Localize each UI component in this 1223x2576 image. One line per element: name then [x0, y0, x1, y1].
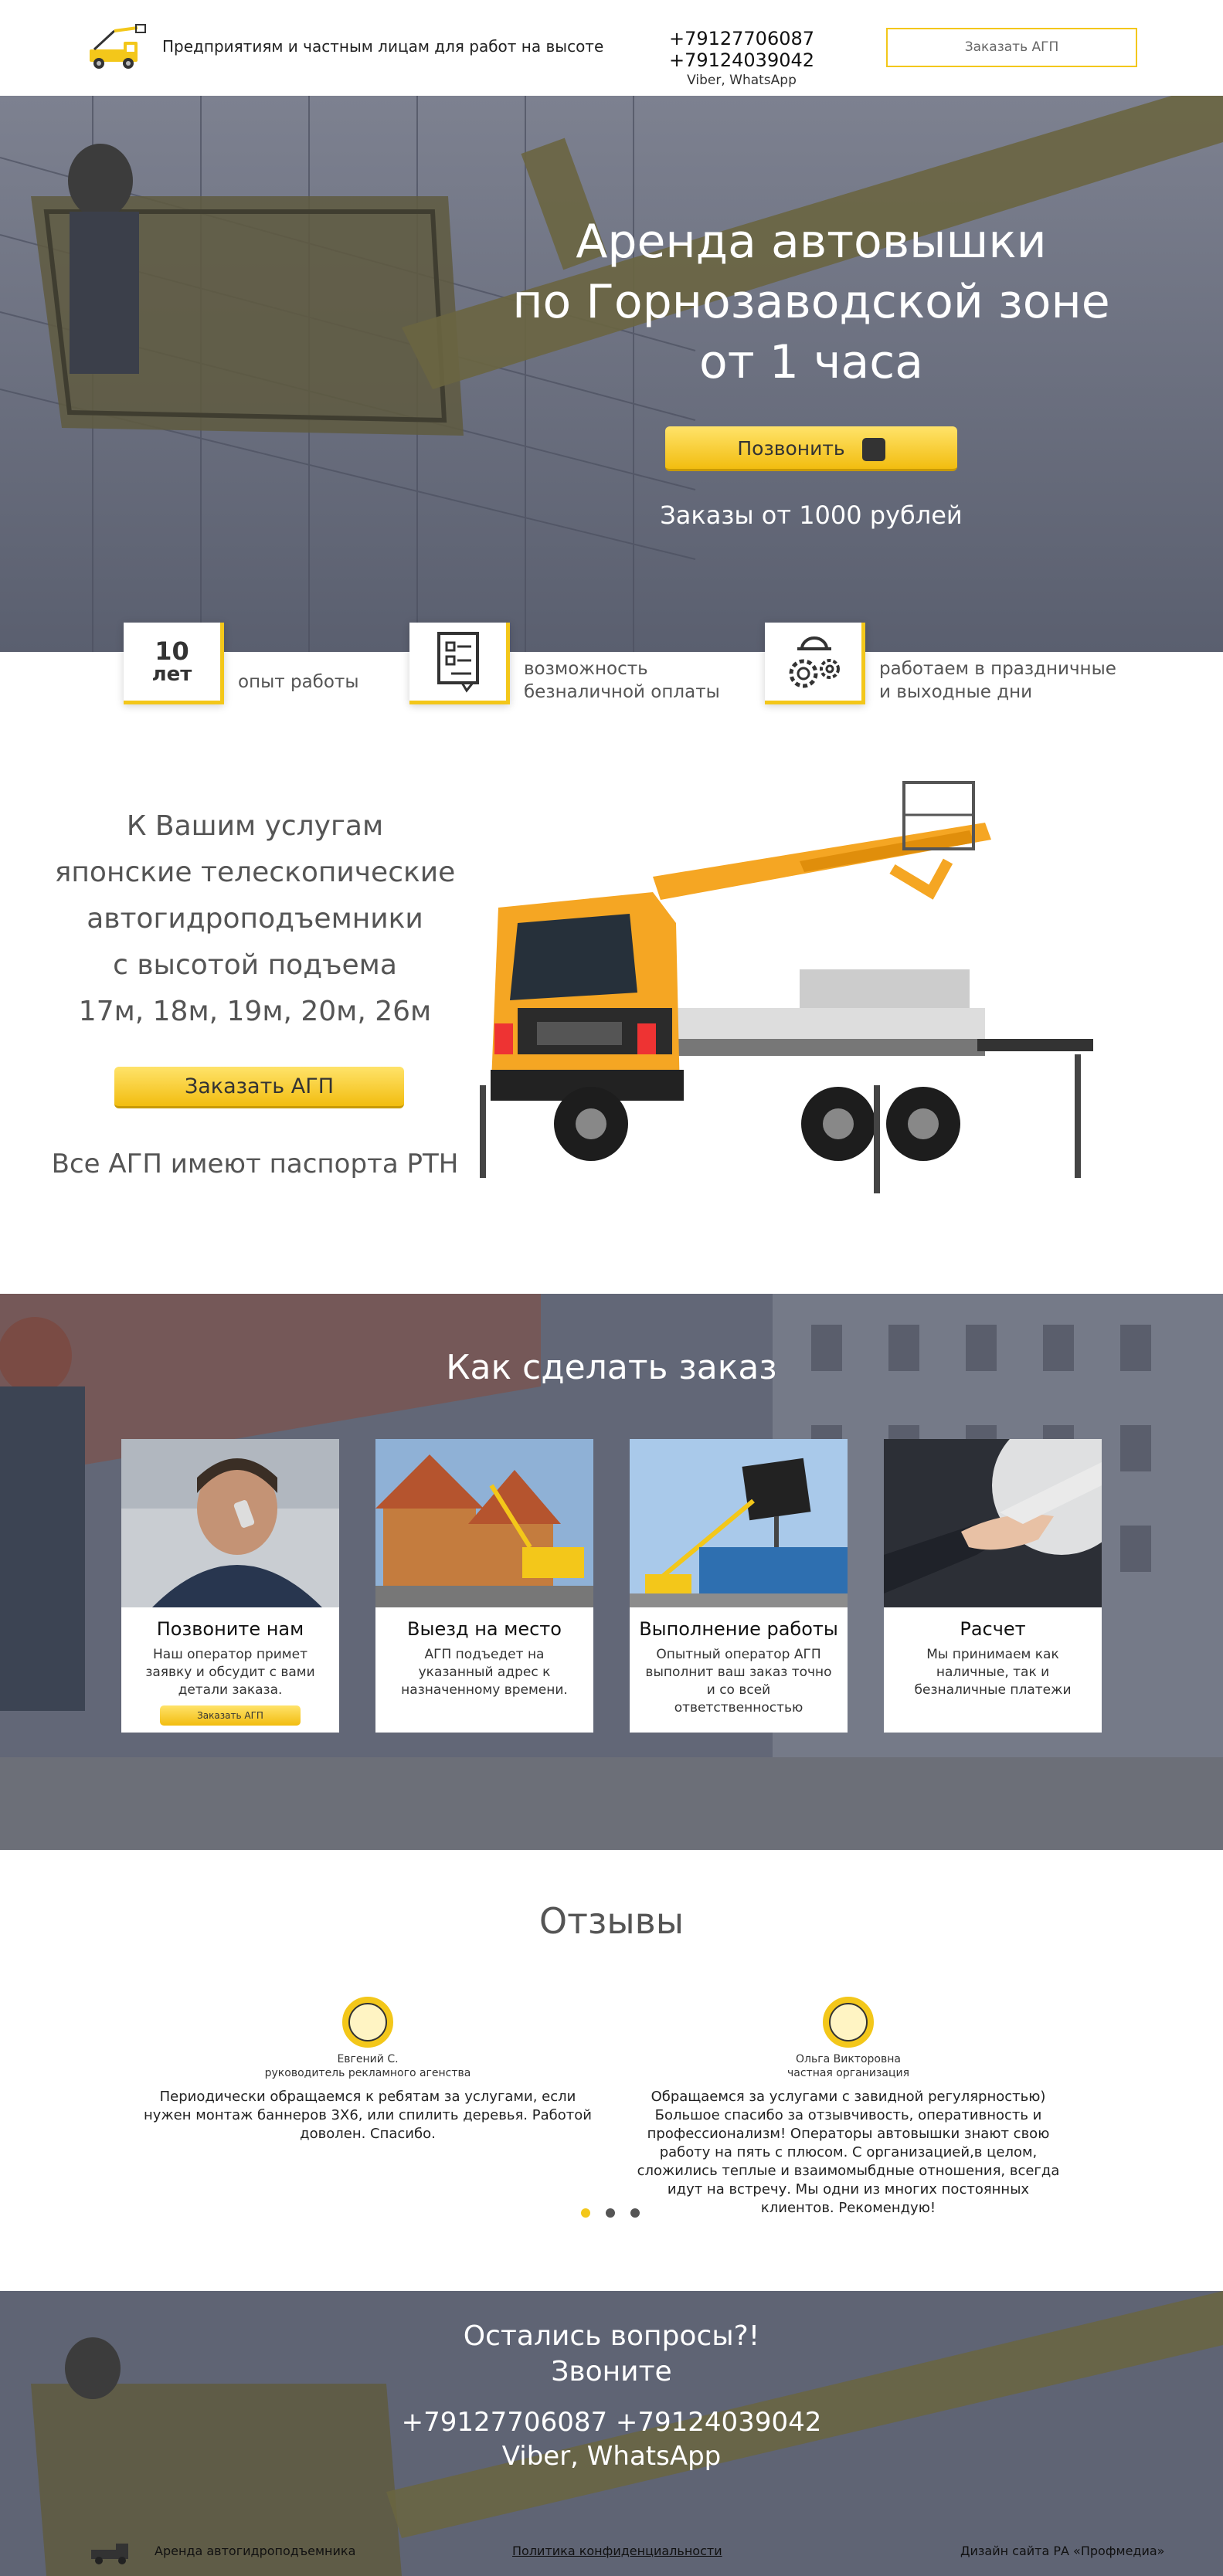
- order-step-card: Позвоните нам Наш оператор примет заявку…: [121, 1439, 339, 1733]
- services-line-1: К Вашим услугам: [126, 810, 384, 842]
- avatar-icon: [823, 1997, 874, 2048]
- hero-title-line-2: по Горнозаводской зоне: [512, 275, 1110, 329]
- review-author-name: Евгений С.: [337, 2053, 399, 2065]
- review-item: Евгений С. руководитель рекламного агенс…: [144, 1997, 592, 2143]
- hero-title-line-3: от 1 часа: [699, 335, 923, 389]
- order-step-text: Наш оператор примет заявку и обсудит с в…: [145, 1647, 315, 1698]
- badge-number: 10: [155, 636, 189, 666]
- aerial-lift-truck-image: [480, 781, 1093, 1193]
- services-line-3: автогидроподъемники: [87, 903, 423, 935]
- reviews-pagination: [581, 2208, 651, 2221]
- hero-section: Аренда автовышки по Горнозаводской зоне …: [0, 96, 1223, 652]
- hero-subtitle: Заказы от 1000 рублей: [660, 501, 963, 530]
- header-contacts: +79127706087 +79124039042 Viber, WhatsAp…: [603, 28, 881, 88]
- cta-contacts: +79127706087 +79124039042 Viber, WhatsAp…: [0, 2405, 1223, 2473]
- review-author: Евгений С. руководитель рекламного агенс…: [144, 2052, 592, 2080]
- footer-bar: Аренда автогидроподъемника Политика конф…: [0, 2536, 1223, 2567]
- feature-text: возможность безналичной оплаты: [524, 657, 720, 704]
- cta-line-2: Звоните: [551, 2356, 672, 2388]
- review-author-role: частная организация: [786, 2067, 910, 2079]
- feature-text-line-1: работаем в праздничные: [879, 659, 1116, 679]
- hero-title: Аренда автовышки по Горнозаводской зоне …: [487, 212, 1136, 392]
- feature-text-line-2: и выходные дни: [879, 682, 1033, 702]
- order-step-card: Выполнение работы Опытный оператор АГП в…: [630, 1439, 848, 1733]
- feature-text-line-2: безналичной оплаты: [524, 682, 720, 702]
- review-author-name: Ольга Викторовна: [796, 2053, 901, 2065]
- avatar-icon: [342, 1997, 393, 2048]
- order-step-title: Расчет: [960, 1618, 1026, 1640]
- cta-messengers: Viber, WhatsApp: [501, 2441, 722, 2472]
- order-step-title: Выезд на место: [407, 1618, 562, 1640]
- services-note: Все АГП имеют паспорта РТН: [51, 1149, 459, 1179]
- feature-text: работаем в праздничные и выходные дни: [879, 657, 1116, 704]
- ten-years-badge: 10 лет: [124, 623, 224, 704]
- services-order-button[interactable]: Заказать АГП: [114, 1067, 404, 1108]
- call-button[interactable]: Позвонить: [665, 426, 957, 471]
- badge-unit: лет: [151, 663, 192, 686]
- services-line-4: с высотой подъема: [113, 949, 397, 981]
- footer-truck-logo: [91, 2544, 128, 2564]
- review-text: Обращаемся за услугами с завидной регуля…: [637, 2089, 1060, 2216]
- cta-phones[interactable]: +79127706087 +79124039042: [0, 2405, 1223, 2439]
- review-text: Периодически обращаемся к ребятам за усл…: [144, 2089, 592, 2142]
- review-author-role: руководитель рекламного агенства: [264, 2067, 471, 2079]
- call-button-label: Позвонить: [737, 437, 845, 460]
- cta-line-1: Остались вопросы?!: [463, 2320, 760, 2352]
- gears-worker-icon: [765, 623, 865, 704]
- order-step-text: АГП подъедет на указанный адрес к назнач…: [401, 1647, 568, 1698]
- services-description: К Вашим услугам японские телескопические…: [31, 803, 479, 1035]
- pagination-dot[interactable]: [606, 2208, 615, 2218]
- order-step-text: Мы принимаем как наличные, так и безнали…: [914, 1647, 1072, 1698]
- header-order-button[interactable]: Заказать АГП: [886, 28, 1137, 67]
- services-line-2: японские телескопические: [54, 857, 456, 888]
- feature-text: опыт работы: [238, 672, 359, 692]
- site-header: Предприятиям и частным лицам для работ н…: [0, 0, 1223, 96]
- header-messengers: Viber, WhatsApp: [687, 73, 797, 88]
- review-item: Ольга Викторовна частная организация Обр…: [632, 1997, 1065, 2218]
- how-to-order-title: Как сделать заказ: [446, 1348, 777, 1387]
- services-line-5: 17м, 18м, 19м, 20м, 26м: [78, 996, 432, 1027]
- handshake-photo: [884, 1416, 1131, 1607]
- review-author: Ольга Викторовна частная организация: [632, 2052, 1065, 2080]
- order-step-title: Позвоните нам: [156, 1618, 304, 1640]
- order-step-title: Выполнение работы: [639, 1618, 838, 1640]
- work-photo: [630, 1439, 848, 1607]
- privacy-policy-link[interactable]: Политика конфиденциальности: [512, 2544, 722, 2558]
- aerial-lift-truck-logo[interactable]: [83, 23, 153, 74]
- contact-cta-section: Остались вопросы?! Звоните +79127706087 …: [0, 2291, 1223, 2576]
- arrival-photo: [375, 1439, 593, 1607]
- phone-hand-icon: [861, 438, 885, 461]
- document-checklist-icon: [409, 623, 510, 704]
- feature-text-line-1: возможность: [524, 659, 648, 679]
- pagination-dot[interactable]: [630, 2208, 640, 2218]
- footer-company: Аренда автогидроподъемника: [155, 2544, 356, 2558]
- order-step-text: Опытный оператор АГП выполнит ваш заказ …: [645, 1647, 832, 1716]
- pagination-dot[interactable]: [581, 2208, 590, 2218]
- reviews-title: Отзывы: [538, 1900, 685, 1942]
- header-phones[interactable]: +79127706087 +79124039042: [603, 28, 881, 71]
- how-to-order-section: Как сделать заказ Позвоните нам Наш опер…: [0, 1294, 1223, 1850]
- order-step-order-button[interactable]: Заказать АГП: [160, 1705, 301, 1726]
- operator-photo: [121, 1439, 339, 1607]
- footer-design-credit[interactable]: Дизайн сайта РА «Профмедиа»: [960, 2544, 1164, 2558]
- order-step-card: Расчет Мы принимаем как наличные, так и …: [884, 1416, 1131, 1733]
- order-step-card: Выезд на место АГП подъедет на указанный…: [375, 1439, 593, 1733]
- cta-question: Остались вопросы?! Звоните: [0, 2319, 1223, 2390]
- header-tagline: Предприятиям и частным лицам для работ н…: [162, 37, 604, 56]
- hero-title-line-1: Аренда автовышки: [576, 215, 1047, 269]
